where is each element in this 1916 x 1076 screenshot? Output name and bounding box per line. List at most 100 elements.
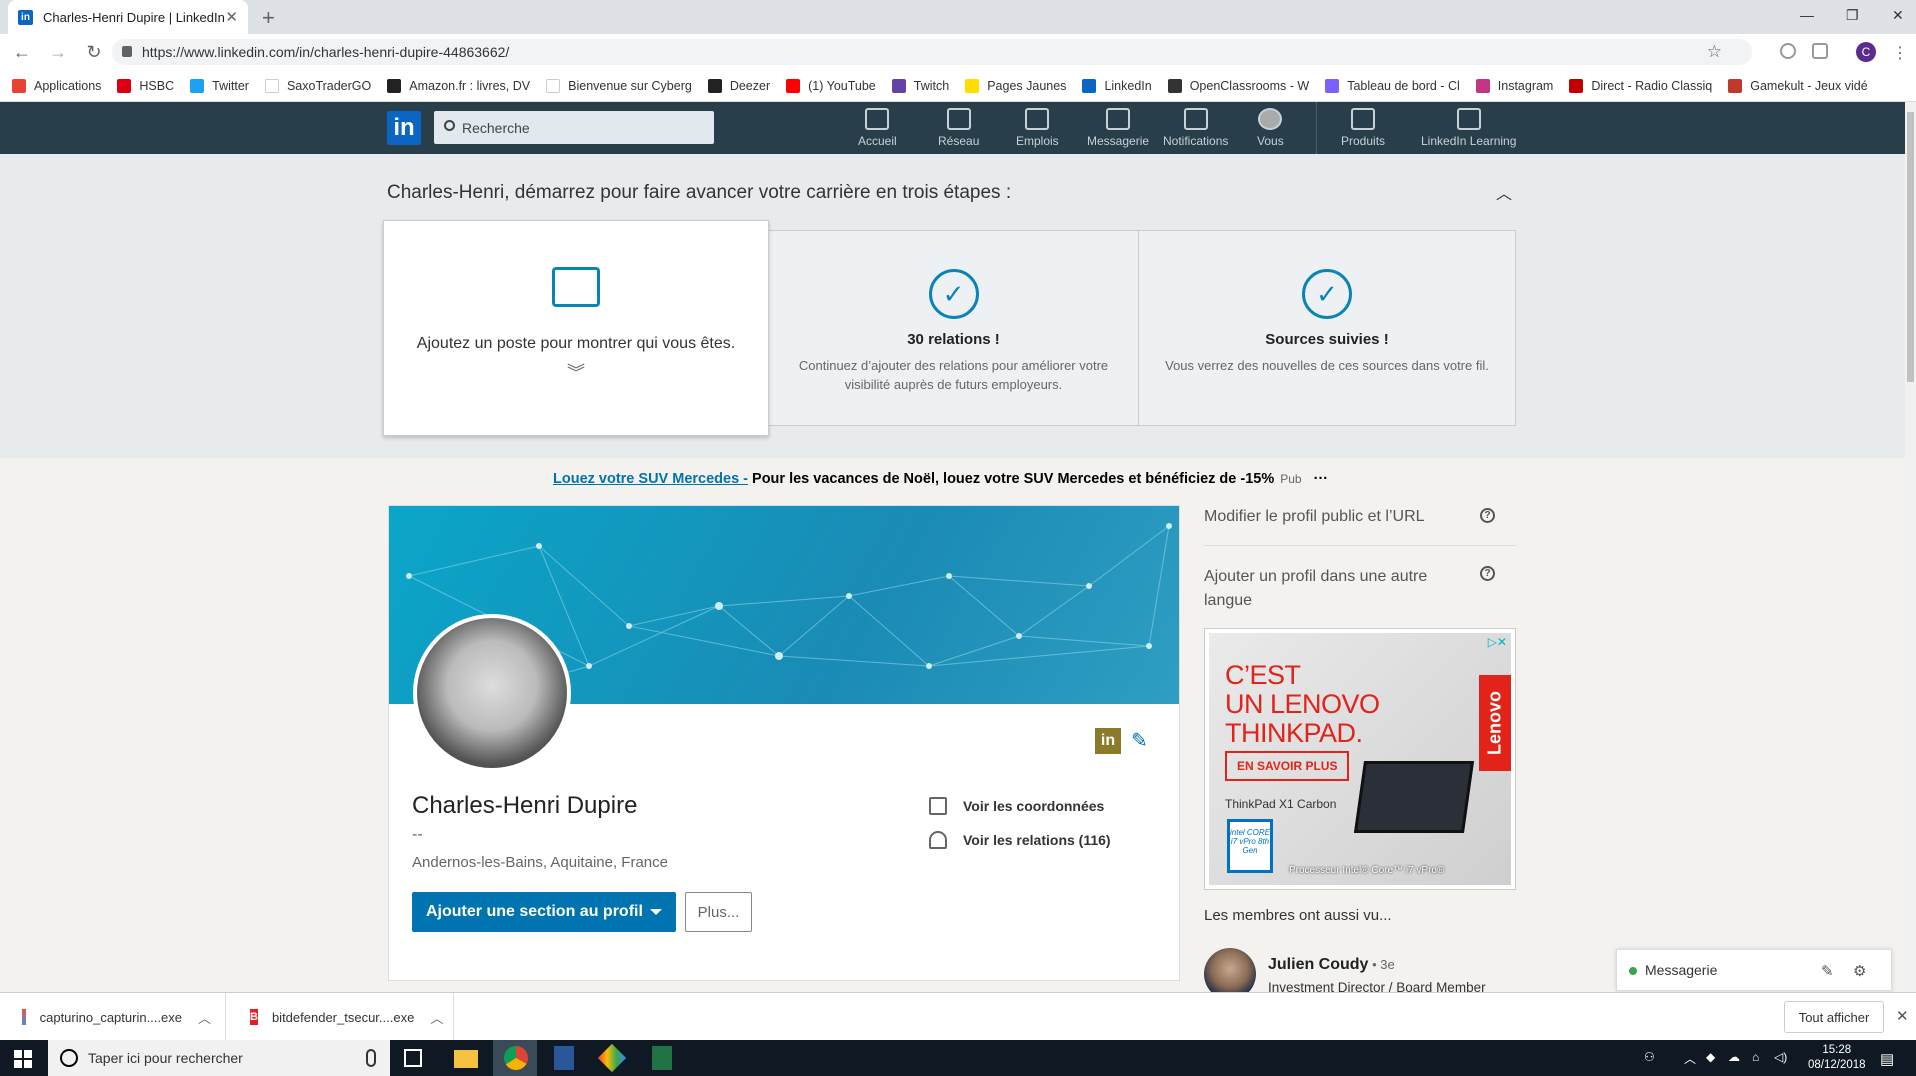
browser-tab[interactable]: in Charles-Henri Dupire | LinkedIn ✕ <box>8 0 248 34</box>
shield-extension-icon[interactable] <box>1812 43 1828 59</box>
menu-icon[interactable]: ⋮ <box>1892 43 1908 62</box>
contact-info-link[interactable]: Voir les coordonnées <box>929 797 1104 815</box>
app-icon[interactable] <box>597 1043 627 1073</box>
url-field[interactable]: https://www.linkedin.com/in/charles-henr… <box>112 39 1752 65</box>
lenovo-ad[interactable]: ▷✕ C’EST UN LENOVO THINKPAD. EN SAVOIR P… <box>1204 628 1516 890</box>
file-explorer-icon[interactable] <box>454 1050 478 1068</box>
compose-icon[interactable]: ✎ <box>1821 962 1837 980</box>
windows-start-icon[interactable] <box>14 1050 32 1068</box>
bookmarks-bar: Applications HSBC Twitter SaxoTraderGO Amazo… <box>0 70 1916 102</box>
nav-produits[interactable]: Produits <box>1341 108 1385 148</box>
page-scrollbar[interactable] <box>1905 102 1916 992</box>
bookmark-item[interactable]: OpenClassrooms - W <box>1167 78 1310 93</box>
nav-emplois[interactable]: Emplois <box>1016 108 1059 148</box>
bookmark-item[interactable]: Amazon.fr : livres, DV <box>387 78 530 93</box>
people-icon[interactable]: ⚇ <box>1644 1050 1655 1064</box>
chevron-up-icon[interactable]: ︿ <box>430 1008 443 1027</box>
nav-accueil[interactable]: Accueil <box>858 108 897 148</box>
bookmark-favicon-icon <box>1167 78 1182 93</box>
bookmark-item[interactable]: Twitter <box>190 78 249 93</box>
nav-learning[interactable]: LinkedIn Learning <box>1421 108 1516 148</box>
excel-icon[interactable] <box>652 1046 672 1070</box>
more-button[interactable]: Plus... <box>685 892 752 932</box>
chrome-icon[interactable] <box>504 1046 528 1070</box>
forward-icon[interactable]: → <box>44 42 72 63</box>
bookmark-item[interactable]: Bienvenue sur Cyberg <box>546 78 692 93</box>
chevron-up-icon[interactable]: ︿ <box>1684 1050 1696 1067</box>
add-section-button[interactable]: Ajouter une section au profil <box>412 892 676 932</box>
onedrive-icon[interactable]: ☁ <box>1728 1050 1740 1064</box>
nav-vous[interactable]: Vous <box>1257 108 1284 148</box>
taskbar-search[interactable]: Taper ici pour rechercher <box>48 1040 390 1076</box>
bookmark-label: Tableau de bord - Cl <box>1347 78 1460 93</box>
download-item[interactable]: capturino_capturin....exe ︿ <box>8 993 226 1041</box>
microphone-icon[interactable] <box>366 1049 376 1067</box>
expand-chevron-icon[interactable]: ︾ <box>384 359 768 385</box>
bookmark-label: SaxoTraderGO <box>286 78 372 93</box>
collapse-chevron-icon[interactable]: ︿ <box>1496 180 1512 204</box>
close-window-icon[interactable]: ✕ <box>1892 0 1904 30</box>
gear-icon[interactable]: ⚙ <box>1853 962 1869 980</box>
clock-time: 15:28 <box>1822 1044 1852 1056</box>
edit-public-profile-link[interactable]: Modifier le profil public et l’URL <box>1204 508 1516 526</box>
bookmark-item[interactable]: Direct - Radio Classiq <box>1569 78 1712 93</box>
help-icon[interactable]: ? <box>1480 566 1495 581</box>
bookmark-item[interactable]: LinkedIn <box>1082 78 1152 93</box>
wifi-icon[interactable]: ⌂ <box>1752 1050 1759 1064</box>
download-item[interactable]: B bitdefender_tsecur....exe ︿ <box>236 993 454 1041</box>
bookmark-item[interactable]: Gamekult - Jeux vidé <box>1728 78 1868 93</box>
back-icon[interactable]: ← <box>8 42 36 63</box>
restore-icon[interactable]: ❐ <box>1846 0 1859 30</box>
ad-link[interactable]: Louez votre SUV Mercedes - <box>553 471 748 487</box>
linkedin-premium-icon[interactable]: in <box>1095 728 1121 754</box>
notifications-icon[interactable]: ▤ <box>1880 1050 1894 1068</box>
dropbox-icon[interactable]: ◆ <box>1706 1050 1715 1064</box>
profile-avatar[interactable]: C <box>1856 42 1876 62</box>
ad-more-icon[interactable]: ··· <box>1314 471 1329 487</box>
bookmark-item[interactable]: Deezer <box>707 78 770 93</box>
add-language-profile-link[interactable]: Ajouter un profil dans une autre langue <box>1204 565 1454 613</box>
minimize-icon[interactable]: — <box>1800 0 1814 30</box>
bookmark-label: Applications <box>34 78 102 93</box>
bookmark-item[interactable]: (1) YouTube <box>786 78 876 93</box>
help-icon[interactable]: ? <box>1480 508 1495 523</box>
new-tab-icon[interactable]: + <box>262 5 275 31</box>
bitdefender-icon: B <box>250 1009 258 1025</box>
member-name[interactable]: Julien Coudy • 3e <box>1268 956 1395 974</box>
linkedin-logo[interactable]: in <box>387 111 421 145</box>
nav-notifications[interactable]: Notifications <box>1163 108 1228 148</box>
chevron-up-icon[interactable]: ︿ <box>198 1008 211 1027</box>
bookmark-item[interactable]: Pages Jaunes <box>965 78 1066 93</box>
bookmark-item[interactable]: Twitch <box>891 78 949 93</box>
lenovo-cta-button[interactable]: EN SAVOIR PLUS <box>1225 751 1350 781</box>
messaging-bar[interactable]: Messagerie ✎ ⚙ <box>1616 949 1892 991</box>
show-all-downloads-button[interactable]: Tout afficher <box>1784 1001 1884 1033</box>
extension-icon[interactable] <box>1780 43 1796 59</box>
search-input[interactable]: Recherche <box>434 111 714 144</box>
system-clock[interactable]: 15:28 08/12/2018 <box>1808 1043 1866 1073</box>
close-tab-icon[interactable]: ✕ <box>225 8 238 26</box>
nav-label: Emplois <box>1016 134 1059 148</box>
volume-icon[interactable]: ◁) <box>1774 1050 1787 1064</box>
profile-photo[interactable] <box>413 614 571 772</box>
scrollbar-thumb[interactable] <box>1907 112 1914 382</box>
member-degree: • 3e <box>1368 957 1395 972</box>
adchoices-icon[interactable]: ▷✕ <box>1488 635 1507 649</box>
bookmark-item[interactable]: Applications <box>12 78 102 93</box>
bookmark-item[interactable]: HSBC <box>117 78 174 93</box>
nav-reseau[interactable]: Réseau <box>938 108 979 148</box>
bookmark-item[interactable]: SaxoTraderGO <box>264 78 372 93</box>
edit-pencil-icon[interactable]: ✎ <box>1131 728 1153 752</box>
close-downloads-icon[interactable]: ✕ <box>1896 1007 1909 1025</box>
bookmark-item[interactable]: Instagram <box>1475 78 1553 93</box>
relations-link[interactable]: Voir les relations (116) <box>929 831 1111 849</box>
bookmark-label: OpenClassrooms - W <box>1189 78 1310 93</box>
task-view-icon[interactable] <box>404 1049 422 1067</box>
bookmark-star-icon[interactable]: ☆ <box>1707 42 1722 62</box>
ad-text[interactable]: Pour les vacances de Noël, louez votre S… <box>748 471 1274 487</box>
reload-icon[interactable]: ↻ <box>80 42 108 63</box>
nav-messagerie[interactable]: Messagerie <box>1087 108 1149 148</box>
add-position-card[interactable]: Ajoutez un poste pour montrer qui vous ê… <box>383 220 769 436</box>
word-icon[interactable] <box>554 1046 574 1070</box>
bookmark-item[interactable]: Tableau de bord - Cl <box>1325 78 1460 93</box>
